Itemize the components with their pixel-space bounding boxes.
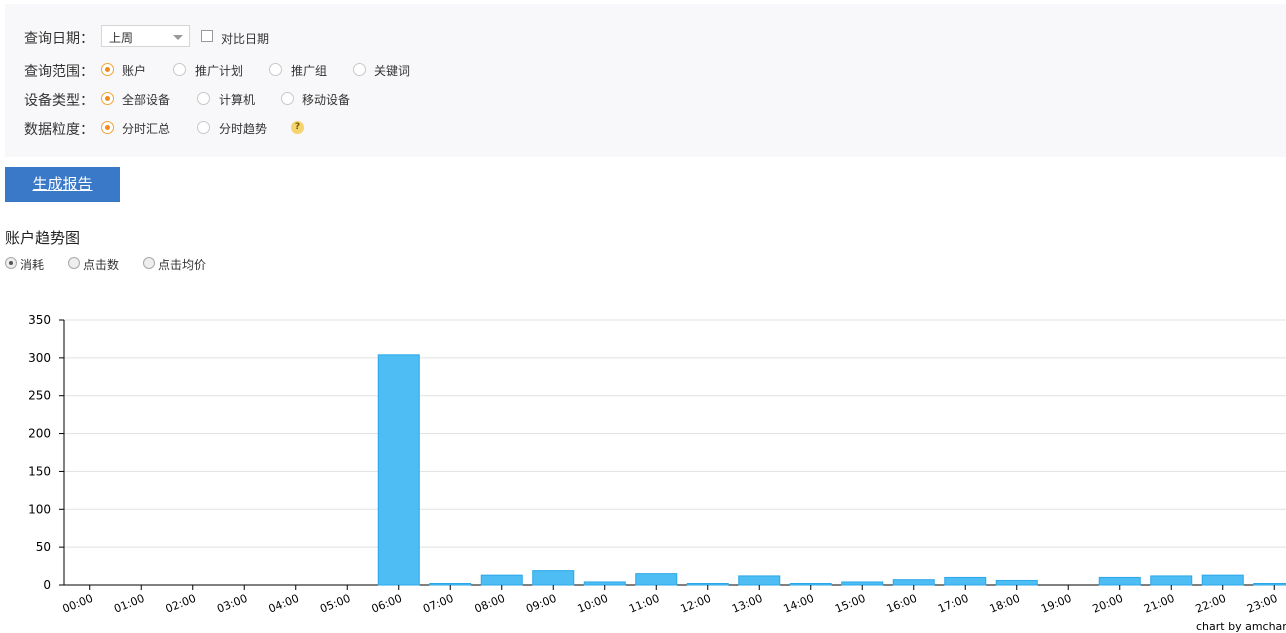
- x-tick-label-02:00: 02:00: [164, 592, 198, 616]
- bar-15:00: [841, 581, 884, 586]
- bar-10:00: [583, 581, 626, 586]
- query-date-label: 查询日期：: [24, 31, 94, 47]
- y-tick-label-1: 50: [36, 540, 51, 554]
- scope-radio-campaign[interactable]: [173, 63, 186, 76]
- metric-radio-avg-cpc[interactable]: [143, 257, 155, 269]
- chevron-down-icon: [173, 35, 183, 40]
- x-tick-label-03:00: 03:00: [215, 592, 249, 616]
- y-tick-label-4: 200: [28, 427, 51, 441]
- device-type-row: 设备类型： 全部设备 计算机 移动设备: [5, 89, 1286, 109]
- bar-20:00: [1098, 576, 1141, 586]
- granularity-label: 数据粒度：: [24, 122, 94, 138]
- granularity-row: 数据粒度： 分时汇总 分时趋势 ?: [5, 118, 1286, 138]
- query-scope-label: 查询范围：: [24, 64, 94, 80]
- granularity-option-summary: 分时汇总: [122, 122, 171, 136]
- bar-22:00: [1201, 574, 1244, 586]
- bar-09:00: [532, 570, 575, 586]
- y-tick-label-3: 150: [28, 464, 51, 478]
- bar-12:00: [686, 582, 729, 586]
- x-tick-label-09:00: 09:00: [524, 592, 558, 616]
- granularity-radio-trend[interactable]: [197, 121, 210, 134]
- x-tick-label-01:00: 01:00: [112, 592, 146, 616]
- bar-11:00: [635, 573, 678, 586]
- x-tick-label-08:00: 08:00: [473, 592, 507, 616]
- metric-option-avg-cpc: 点击均价: [158, 258, 207, 272]
- x-tick-label-15:00: 15:00: [833, 592, 867, 616]
- y-tick-label-6: 300: [28, 351, 51, 365]
- scope-option-adgroup: 推广组: [291, 64, 328, 78]
- granularity-option-trend: 分时趋势: [219, 122, 268, 136]
- y-tick-label-0: 0: [43, 578, 51, 592]
- x-tick-label-10:00: 10:00: [576, 592, 610, 616]
- scope-option-keyword: 关键词: [374, 64, 411, 78]
- x-tick-label-20:00: 20:00: [1091, 592, 1125, 616]
- x-tick-label-23:00: 23:00: [1245, 592, 1279, 616]
- section-title: 账户趋势图: [5, 229, 81, 247]
- metric-option-clicks: 点击数: [83, 258, 120, 272]
- y-tick-label-2: 100: [28, 502, 51, 516]
- date-range-select[interactable]: 上周: [101, 25, 190, 47]
- device-radio-mobile[interactable]: [281, 92, 294, 105]
- bar-07:00: [429, 582, 472, 586]
- scope-option-campaign: 推广计划: [195, 64, 244, 78]
- x-tick-label-22:00: 22:00: [1194, 592, 1228, 616]
- device-radio-computer[interactable]: [197, 92, 210, 105]
- metric-option-cost: 消耗: [20, 258, 45, 272]
- bar-14:00: [789, 582, 832, 586]
- x-tick-label-11:00: 11:00: [627, 592, 661, 616]
- x-tick-label-00:00: 00:00: [61, 592, 95, 616]
- metric-radio-clicks[interactable]: [68, 257, 80, 269]
- bar-08:00: [480, 574, 523, 586]
- x-tick-label-13:00: 13:00: [730, 592, 764, 616]
- device-option-mobile: 移动设备: [302, 93, 351, 107]
- query-scope-row: 查询范围： 账户 推广计划 推广组 关键词: [5, 60, 1286, 80]
- x-tick-label-06:00: 06:00: [370, 592, 404, 616]
- x-tick-label-17:00: 17:00: [936, 592, 970, 616]
- device-option-computer: 计算机: [219, 93, 256, 107]
- device-option-all: 全部设备: [122, 93, 171, 107]
- generate-report-button[interactable]: 生成报告: [5, 167, 120, 202]
- account-trend-chart: 0 50 100 150 200 250 300 350 00:00 01:00 02:00 03:0…: [28, 313, 1286, 616]
- help-icon[interactable]: ?: [291, 121, 304, 134]
- metric-radio-cost[interactable]: [5, 257, 17, 269]
- bar-18:00: [995, 579, 1038, 586]
- x-tick-label-14:00: 14:00: [782, 592, 816, 616]
- date-range-value: 上周: [109, 31, 134, 45]
- x-tick-label-16:00: 16:00: [885, 592, 919, 616]
- scope-option-account: 账户: [122, 64, 147, 78]
- x-tick-label-19:00: 19:00: [1039, 592, 1073, 616]
- bar-06:00: [377, 354, 420, 586]
- bar-17:00: [944, 576, 987, 586]
- device-type-label: 设备类型：: [24, 93, 94, 109]
- filter-panel: 查询日期： 上周 对比日期 查询范围： 账户 推广计划 推广组 关键词 设备类型…: [5, 4, 1286, 157]
- y-tick-label-5: 250: [28, 389, 51, 403]
- chart-credit: chart by amcharts: [1196, 620, 1286, 633]
- x-tick-label-07:00: 07:00: [421, 592, 455, 616]
- device-radio-all[interactable]: [101, 92, 114, 105]
- x-tick-label-18:00: 18:00: [988, 592, 1022, 616]
- bar-21:00: [1150, 575, 1193, 586]
- x-tick-label-05:00: 05:00: [318, 592, 352, 616]
- y-tick-label-7: 350: [28, 313, 51, 327]
- bar-13:00: [738, 575, 781, 586]
- compare-date-label: 对比日期: [221, 32, 270, 46]
- bar-16:00: [892, 579, 935, 586]
- x-tick-label-21:00: 21:00: [1142, 592, 1176, 616]
- query-date-row: 查询日期： 上周 对比日期: [5, 4, 1286, 54]
- bar-23:00: [1253, 582, 1286, 586]
- compare-date-checkbox[interactable]: [201, 30, 213, 42]
- granularity-radio-summary[interactable]: [101, 121, 114, 134]
- x-tick-label-12:00: 12:00: [679, 592, 713, 616]
- x-tick-label-04:00: 04:00: [267, 592, 301, 616]
- scope-radio-account[interactable]: [101, 63, 114, 76]
- scope-radio-keyword[interactable]: [353, 63, 366, 76]
- scope-radio-adgroup[interactable]: [269, 63, 282, 76]
